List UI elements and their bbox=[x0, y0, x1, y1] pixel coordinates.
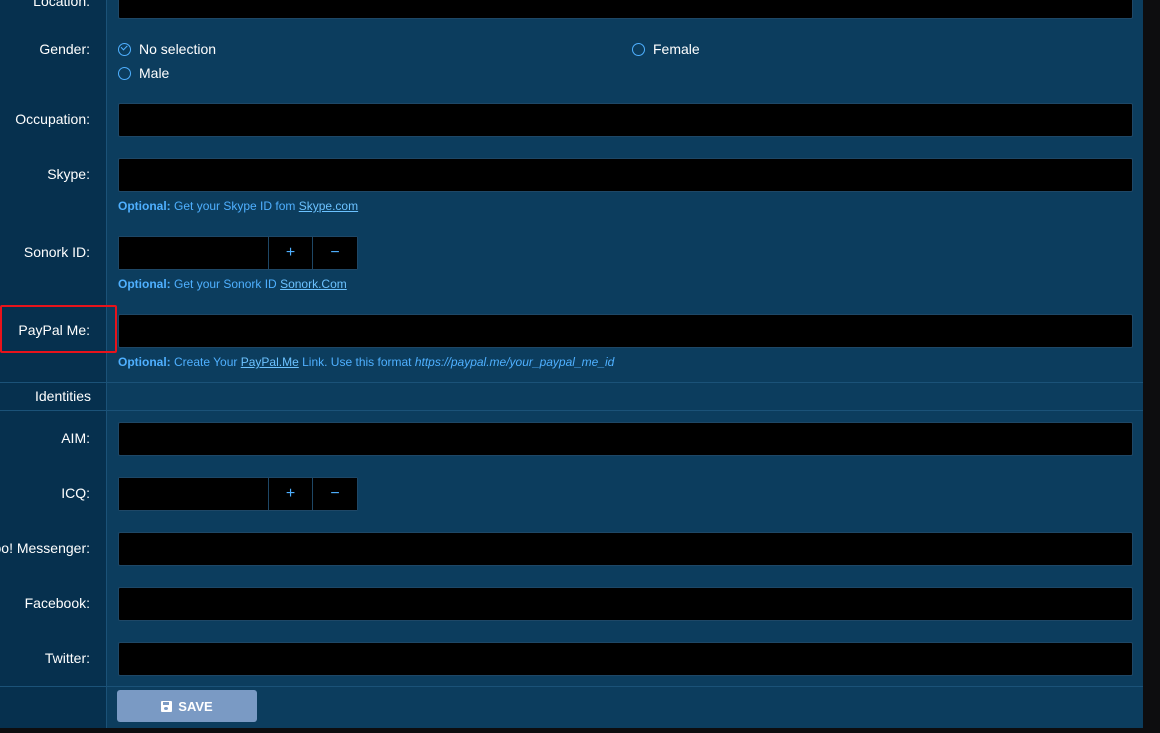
sonork-label: Sonork ID: bbox=[23, 244, 90, 260]
gender-radio-female[interactable]: Female bbox=[632, 41, 700, 57]
save-button-label: SAVE bbox=[178, 698, 213, 714]
optional-label: Optional: bbox=[118, 355, 171, 369]
icq-increment-button[interactable]: + bbox=[269, 478, 313, 510]
paypal-hint: Optional: Create Your PayPal.Me Link. Us… bbox=[118, 355, 614, 369]
section-divider bbox=[0, 410, 1143, 411]
section-title-identities: Identities bbox=[35, 388, 92, 404]
optional-label: Optional: bbox=[118, 277, 171, 291]
occupation-label: Occupation: bbox=[15, 111, 90, 127]
gender-label: Gender: bbox=[39, 41, 90, 57]
paypal-link[interactable]: PayPal.Me bbox=[241, 355, 299, 369]
sonork-link[interactable]: Sonork.Com bbox=[280, 277, 347, 291]
sonork-increment-button[interactable]: + bbox=[269, 237, 313, 269]
location-label: Location: bbox=[33, 0, 90, 9]
occupation-input[interactable] bbox=[118, 103, 1133, 137]
gender-radio-male[interactable]: Male bbox=[118, 65, 169, 81]
aim-label: AIM: bbox=[61, 430, 90, 446]
facebook-input[interactable] bbox=[118, 587, 1133, 621]
icq-stepper: + − bbox=[118, 477, 358, 511]
profile-form-panel: Location: Gender: No selection Female Ma… bbox=[0, 0, 1143, 728]
section-divider bbox=[0, 382, 1143, 383]
twitter-input[interactable] bbox=[118, 642, 1133, 676]
paypal-label-highlight bbox=[0, 305, 117, 353]
optional-label: Optional: bbox=[118, 199, 171, 213]
save-button[interactable]: SAVE bbox=[117, 690, 257, 722]
paypal-input[interactable] bbox=[118, 314, 1133, 348]
skype-link[interactable]: Skype.com bbox=[299, 199, 358, 213]
radio-unchecked-icon bbox=[118, 66, 131, 80]
sonork-input[interactable] bbox=[119, 237, 269, 269]
radio-label: Male bbox=[139, 65, 170, 81]
aim-input[interactable] bbox=[118, 422, 1133, 456]
radio-checked-icon bbox=[118, 42, 131, 56]
radio-label: Female bbox=[653, 41, 700, 57]
skype-hint: Optional: Get your Skype ID fom Skype.co… bbox=[118, 199, 358, 213]
icq-decrement-button[interactable]: − bbox=[313, 478, 357, 510]
hint-text: Link. Use this format bbox=[302, 355, 412, 369]
floppy-disk-icon bbox=[161, 700, 173, 712]
paypal-format-example: https://paypal.me/your_paypal_me_id bbox=[414, 355, 615, 369]
yahoo-label: ahoo! Messenger: bbox=[0, 540, 90, 556]
hint-text: Create Your bbox=[174, 355, 238, 369]
sonork-hint: Optional: Get your Sonork ID Sonork.Com bbox=[118, 277, 347, 291]
sonork-decrement-button[interactable]: − bbox=[313, 237, 357, 269]
icq-input[interactable] bbox=[119, 478, 269, 510]
sonork-stepper: + − bbox=[118, 236, 358, 270]
hint-text: Get your Sonork ID bbox=[174, 277, 277, 291]
skype-label: Skype: bbox=[47, 166, 90, 182]
footer-divider bbox=[0, 686, 1143, 687]
skype-input[interactable] bbox=[118, 158, 1133, 192]
twitter-label: Twitter: bbox=[44, 650, 90, 666]
facebook-label: Facebook: bbox=[24, 595, 90, 611]
yahoo-input[interactable] bbox=[118, 532, 1133, 566]
radio-unchecked-icon bbox=[632, 42, 645, 56]
label-column bbox=[0, 0, 107, 728]
location-input[interactable] bbox=[118, 0, 1133, 19]
hint-text: Get your Skype ID fom bbox=[174, 199, 296, 213]
gender-radio-no-selection[interactable]: No selection bbox=[118, 41, 216, 57]
radio-label: No selection bbox=[139, 41, 217, 57]
icq-label: ICQ: bbox=[61, 485, 90, 501]
